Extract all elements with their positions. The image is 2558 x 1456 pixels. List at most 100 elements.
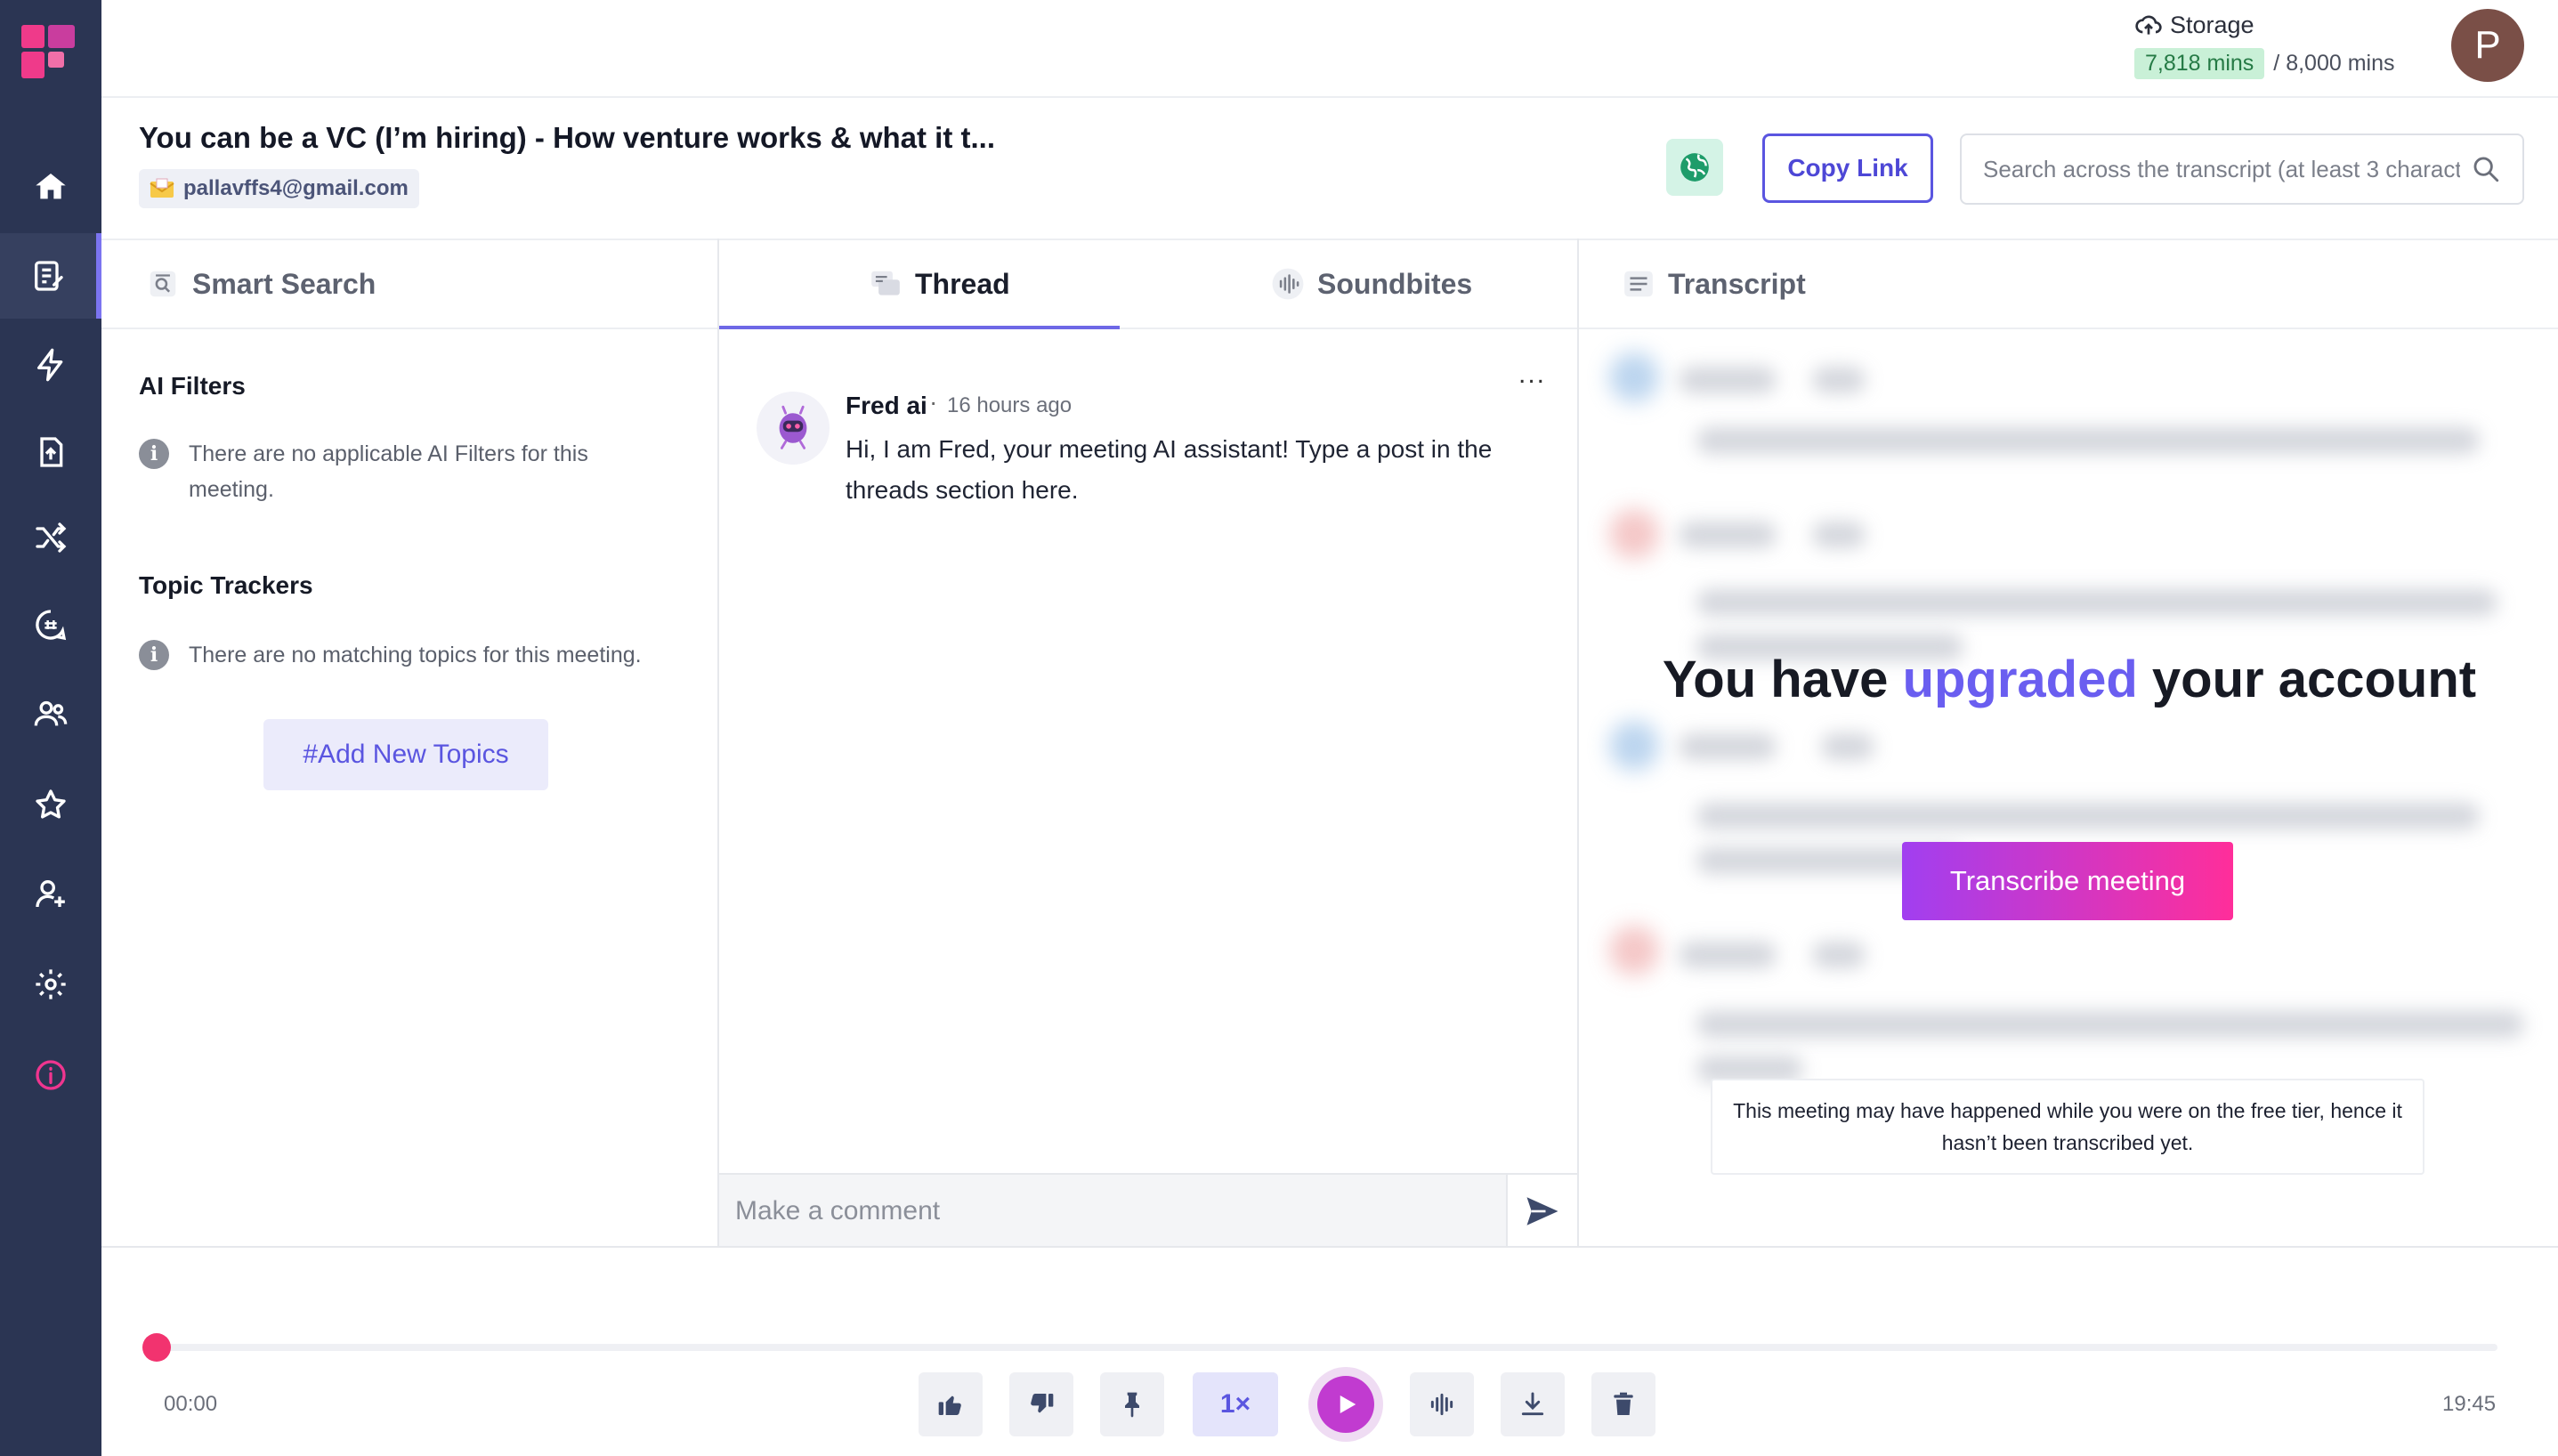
info-icon bbox=[36, 1060, 66, 1090]
tab-thread-label: Thread bbox=[915, 267, 1010, 300]
storage-total: / 8,000 mins bbox=[2273, 51, 2395, 76]
tab-transcript[interactable]: Transcript bbox=[1622, 239, 1806, 329]
message-author: Fred ai bbox=[846, 392, 927, 419]
delete-button[interactable] bbox=[1591, 1372, 1655, 1436]
play-icon bbox=[1340, 1395, 1356, 1413]
pin-icon bbox=[1125, 1392, 1139, 1418]
owner-email: pallavffs4@gmail.com bbox=[183, 176, 409, 200]
playback-track[interactable] bbox=[157, 1344, 2497, 1351]
cloud-upload-icon bbox=[2135, 15, 2162, 35]
upgrade-heading-suffix: your account bbox=[2137, 651, 2477, 708]
transcript-icon bbox=[1624, 271, 1653, 297]
file-upload-icon bbox=[40, 437, 63, 467]
time-total: 19:45 bbox=[2442, 1392, 2497, 1416]
playback-speed-button[interactable]: 1× bbox=[1193, 1372, 1278, 1436]
ai-filters-heading: AI Filters bbox=[139, 372, 246, 400]
bolt-icon bbox=[37, 348, 63, 382]
message-text: Hi, I am Fred, your meeting AI assistant… bbox=[846, 435, 1493, 504]
send-icon bbox=[1526, 1197, 1558, 1225]
tab-transcript-label: Transcript bbox=[1668, 267, 1806, 300]
notes-icon bbox=[35, 261, 63, 291]
active-tab-indicator bbox=[719, 326, 1120, 329]
language-button[interactable] bbox=[1666, 139, 1723, 196]
storage-title: Storage bbox=[2170, 11, 2254, 38]
thumbs-down-icon bbox=[1031, 1394, 1054, 1413]
transcript-search-input[interactable] bbox=[1983, 155, 2460, 183]
home-icon bbox=[36, 174, 66, 199]
users-icon bbox=[34, 700, 68, 726]
message-separator: · bbox=[929, 388, 938, 416]
column-divider-left bbox=[717, 239, 719, 1248]
page-title: You can be a VC (I’m hiring) - How ventu… bbox=[139, 121, 995, 154]
trash-icon bbox=[1614, 1392, 1633, 1415]
sidebar-item-favorites[interactable] bbox=[0, 762, 101, 847]
info-icon: i bbox=[139, 640, 169, 670]
owner-email-badge: pallavffs4@gmail.com bbox=[139, 169, 419, 208]
app-logo[interactable] bbox=[18, 21, 78, 82]
gear-icon bbox=[36, 969, 66, 999]
sidebar bbox=[0, 0, 101, 1456]
sidebar-item-topics[interactable] bbox=[0, 582, 101, 667]
fred-avatar bbox=[757, 392, 830, 465]
comment-box[interactable] bbox=[719, 1173, 1506, 1248]
transcript-search[interactable] bbox=[1960, 133, 2524, 205]
message-time: 16 hours ago bbox=[947, 393, 1073, 417]
search-icon[interactable] bbox=[2471, 154, 2501, 184]
sidebar-item-settings[interactable] bbox=[0, 942, 101, 1027]
topic-trackers-empty-text: There are no matching topics for this me… bbox=[189, 643, 642, 667]
waveform-icon bbox=[1430, 1393, 1453, 1416]
robot-icon bbox=[779, 405, 807, 449]
envelope-icon bbox=[150, 178, 174, 198]
thread-more-menu[interactable]: ... bbox=[1518, 360, 1546, 390]
sidebar-item-invite[interactable] bbox=[0, 851, 101, 936]
transcribe-meeting-button[interactable]: Transcribe meeting bbox=[1902, 842, 2233, 920]
avatar[interactable]: P bbox=[2451, 9, 2524, 82]
add-new-topics-button[interactable]: #Add New Topics bbox=[263, 719, 548, 790]
sidebar-item-home[interactable] bbox=[0, 144, 101, 230]
user-add-icon bbox=[36, 880, 65, 908]
tab-soundbites[interactable]: Soundbites bbox=[1271, 239, 1472, 329]
thumbs-up-icon bbox=[938, 1395, 961, 1415]
header-divider bbox=[101, 96, 2558, 98]
copy-link-button[interactable]: Copy Link bbox=[1762, 133, 1933, 203]
comment-input[interactable] bbox=[735, 1196, 1490, 1226]
star-icon bbox=[36, 789, 66, 819]
info-icon: i bbox=[139, 439, 169, 469]
topic-trackers-empty: i There are no matching topics for this … bbox=[139, 637, 708, 673]
tab-thread[interactable]: Thread bbox=[869, 239, 1010, 329]
thread-icon bbox=[871, 271, 900, 295]
storage-used: 7,818 mins bbox=[2134, 48, 2265, 79]
send-comment-button[interactable] bbox=[1506, 1173, 1577, 1248]
free-tier-notice: This meeting may have happened while you… bbox=[1711, 1079, 2424, 1175]
search-doc-icon bbox=[150, 271, 176, 297]
topic-trackers-heading: Topic Trackers bbox=[139, 571, 313, 599]
column-divider-right bbox=[1577, 239, 1579, 1248]
tab-smart-search[interactable]: Smart Search bbox=[146, 239, 376, 329]
tab-soundbites-label: Soundbites bbox=[1317, 267, 1473, 300]
sidebar-item-integrations[interactable] bbox=[0, 495, 101, 580]
thumbs-up-button[interactable] bbox=[919, 1372, 983, 1436]
thumbs-down-button[interactable] bbox=[1009, 1372, 1073, 1436]
soundbite-button[interactable] bbox=[1410, 1372, 1474, 1436]
playback-knob[interactable] bbox=[142, 1333, 171, 1362]
sidebar-item-meetings[interactable] bbox=[0, 233, 101, 319]
play-button[interactable] bbox=[1308, 1367, 1383, 1442]
sidebar-item-team[interactable] bbox=[0, 671, 101, 756]
shuffle-icon bbox=[36, 522, 67, 553]
upgrade-heading-accent: upgraded bbox=[1902, 651, 2138, 708]
download-icon bbox=[1521, 1392, 1544, 1416]
upgrade-heading: You have upgraded your account bbox=[1581, 650, 2558, 710]
ai-filters-empty: i There are no applicable AI Filters for… bbox=[139, 436, 673, 507]
upgrade-heading-prefix: You have bbox=[1662, 651, 1903, 708]
player-divider bbox=[101, 1246, 2558, 1248]
pin-button[interactable] bbox=[1100, 1372, 1164, 1436]
storage-indicator[interactable]: Storage 7,818 mins / 8,000 mins bbox=[2134, 11, 2394, 79]
sidebar-item-info[interactable] bbox=[0, 1032, 101, 1118]
sidebar-item-automations[interactable] bbox=[0, 322, 101, 408]
chat-hash-icon bbox=[36, 610, 67, 641]
ai-filters-empty-text: There are no applicable AI Filters for t… bbox=[189, 441, 588, 502]
sidebar-item-uploads[interactable] bbox=[0, 409, 101, 495]
download-button[interactable] bbox=[1501, 1372, 1565, 1436]
time-elapsed: 00:00 bbox=[164, 1392, 218, 1416]
tab-smart-search-label: Smart Search bbox=[192, 267, 376, 300]
